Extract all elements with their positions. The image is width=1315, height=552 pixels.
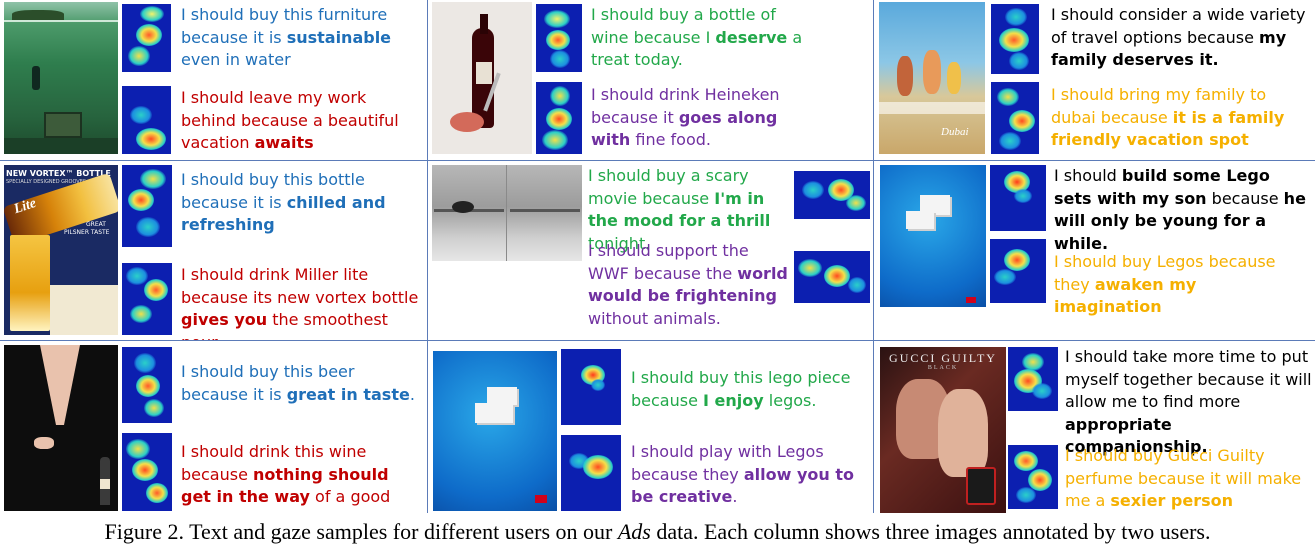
gaze-heatmap [561, 349, 621, 425]
annotation-text: I should drink Heineken because it goes … [591, 85, 780, 149]
annotation-text: I should drink this wine because nothing… [181, 442, 391, 513]
figure-caption: Figure 2. Text and gaze samples for diff… [0, 519, 1315, 545]
gaze-heatmap [991, 4, 1039, 74]
annotation-text: I should build some Lego sets with my so… [1054, 166, 1306, 253]
gaze-heatmap [991, 82, 1039, 154]
gaze-heatmap [122, 4, 171, 72]
gaze-heatmap [561, 435, 621, 511]
annotation-text: I should bring my family to dubai becaus… [1051, 85, 1285, 149]
annotation-text: I should buy this beer because it is gre… [181, 362, 415, 404]
sample-cell: I should buy this beer because it is gre… [0, 341, 427, 513]
annotation-text: I should buy this lego piece because I e… [631, 368, 851, 410]
ad-tag: PILSNER TASTE [64, 229, 110, 236]
ad-image [880, 165, 986, 307]
annotation-text: I should leave my work behind because a … [181, 88, 399, 152]
sample-cell: GUCCI GUILTY BLACK I should take more ti… [874, 341, 1315, 513]
annotation-text: I should buy a bottle of wine because I … [591, 5, 803, 69]
ad-tag: GREAT [86, 221, 106, 228]
annotation-text: I should play with Legos because they al… [631, 442, 854, 506]
caption-label: Figure 2. [104, 519, 184, 544]
gaze-heatmap [1008, 445, 1058, 509]
sample-cell: I should buy a bottle of wine because I … [428, 0, 873, 160]
sample-cell: I should buy this furniture because it i… [0, 0, 427, 160]
gaze-heatmap [794, 251, 870, 303]
ad-subhead: BLACK [927, 365, 959, 371]
gaze-heatmap [990, 165, 1046, 231]
ad-brand: GUCCI GUILTY [889, 351, 997, 365]
ad-image [432, 165, 582, 269]
ad-image [4, 345, 118, 511]
annotation-text: I should buy this furniture because it i… [181, 5, 392, 69]
gaze-heatmap [1008, 347, 1058, 411]
ad-image: GUCCI GUILTY BLACK [880, 347, 1006, 513]
annotation-text: I should drink Miller lite because its n… [181, 265, 419, 340]
ad-image [433, 351, 557, 511]
sample-cell: Dubai I should consider a wide variety o… [874, 0, 1315, 160]
annotation-text: I should buy Gucci Guilty perfume becaus… [1065, 446, 1302, 510]
annotation-text: I should consider a wide variety of trav… [1051, 5, 1306, 69]
figure-grid: I should buy this furniture because it i… [0, 0, 1315, 513]
ad-image: NEW VORTEX™ BOTTLE SPECIALLY DESIGNED GR… [4, 165, 118, 335]
gaze-heatmap [536, 4, 582, 72]
caption-text: data. Each column shows three images ann… [656, 519, 1211, 544]
annotation-text: I should buy this bottle because it is c… [181, 170, 386, 234]
gaze-heatmap [990, 239, 1046, 303]
gaze-heatmap [122, 263, 172, 335]
ad-image [432, 2, 532, 154]
gaze-heatmap [122, 347, 172, 423]
ad-logo-text: Dubai [941, 126, 969, 138]
sample-cell: I should buy a scary movie because I'm i… [428, 161, 873, 340]
gaze-heatmap [122, 433, 172, 511]
annotation-text: I should take more time to put myself to… [1065, 347, 1312, 456]
annotation-text: I should support the WWF because the wor… [588, 241, 788, 328]
sample-cell: NEW VORTEX™ BOTTLE SPECIALLY DESIGNED GR… [0, 161, 427, 340]
ad-image: Dubai [879, 2, 985, 154]
ad-image [4, 2, 118, 154]
sample-cell: I should buy this lego piece because I e… [428, 341, 873, 513]
gaze-heatmap [536, 82, 582, 154]
caption-text: Text and gaze samples for different user… [189, 519, 613, 544]
caption-italic: Ads [617, 519, 651, 544]
gaze-heatmap [122, 86, 171, 154]
sample-cell: I should build some Lego sets with my so… [874, 161, 1315, 340]
annotation-text: I should buy Legos because they awaken m… [1054, 252, 1276, 316]
gaze-heatmap [122, 165, 172, 247]
gaze-heatmap [794, 171, 870, 219]
